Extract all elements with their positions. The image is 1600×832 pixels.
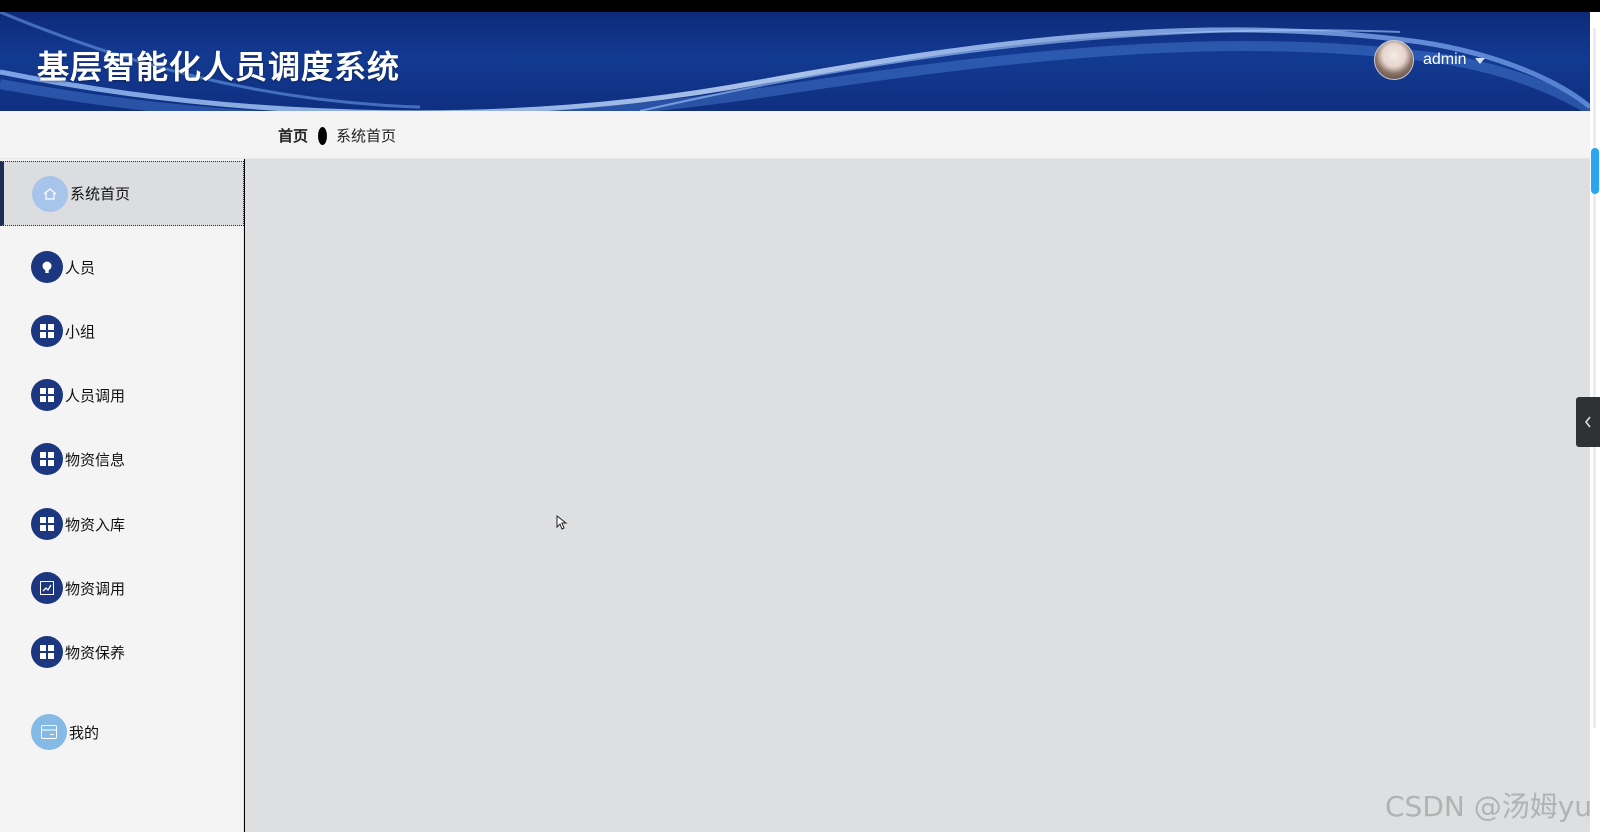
sidebar-item-supplies-inbound[interactable]: 物资入库 [0, 496, 244, 552]
sidebar-item-supplies-dispatch[interactable]: 物资调用 [0, 560, 244, 616]
breadcrumb-separator [318, 126, 328, 145]
sidebar-item-personnel-dispatch[interactable]: 人员调用 [0, 367, 244, 423]
chevron-down-icon[interactable] [1474, 58, 1485, 64]
sidebar-item-label: 物资信息 [65, 450, 126, 469]
grid-icon [31, 508, 63, 540]
grid-icon [31, 443, 63, 475]
sidebar-item-mine[interactable]: 我的 [0, 704, 244, 760]
sidebar-item-label: 人员 [65, 258, 96, 277]
breadcrumb-home[interactable]: 首页 [278, 125, 308, 146]
sidebar-item-home[interactable]: 系统首页 [0, 161, 244, 226]
user-avatar[interactable] [1374, 40, 1414, 80]
grid-icon [31, 315, 63, 347]
grid-icon [31, 379, 63, 411]
scrollbar-track[interactable] [1593, 28, 1596, 728]
card-icon [31, 714, 67, 750]
home-icon [32, 175, 68, 212]
sidebar: 系统首页 人员 小组 人员调用 物资信息 物资入库 物资调用 物资保养 我的 [0, 159, 244, 832]
watermark: CSDN @汤姆yu [1385, 790, 1593, 823]
grid-icon [31, 636, 63, 668]
window-top-edge [0, 0, 1600, 12]
sidebar-item-group[interactable]: 小组 [0, 303, 244, 359]
app-title: 基层智能化人员调度系统 [37, 48, 401, 86]
scrollbar-thumb[interactable] [1591, 148, 1599, 194]
sidebar-item-supplies-maintenance[interactable]: 物资保养 [0, 624, 244, 680]
breadcrumb-current: 系统首页 [336, 127, 397, 145]
sidebar-item-label: 物资保养 [65, 643, 126, 662]
username[interactable]: admin [1423, 51, 1467, 69]
sidebar-item-label: 系统首页 [70, 185, 131, 203]
sidebar-item-label: 物资入库 [65, 515, 126, 534]
sidebar-item-supplies-info[interactable]: 物资信息 [0, 431, 244, 487]
mouse-cursor-icon [556, 515, 568, 530]
app-header: 基层智能化人员调度系统 admin [0, 12, 1590, 111]
breadcrumb-bar: 首页 系统首页 [0, 111, 1590, 159]
bulb-icon [31, 251, 63, 283]
sidebar-item-label: 我的 [69, 723, 100, 742]
user-menu[interactable]: admin [1374, 40, 1485, 80]
main-content [245, 159, 1590, 832]
sidebar-item-label: 物资调用 [65, 579, 126, 598]
panel-toggle-button[interactable] [1576, 397, 1600, 447]
sidebar-item-personnel[interactable]: 人员 [0, 239, 244, 295]
sidebar-item-label: 人员调用 [65, 386, 126, 405]
chevron-left-icon [1585, 416, 1591, 428]
sidebar-item-label: 小组 [65, 322, 96, 341]
breadcrumb: 首页 系统首页 [278, 125, 396, 146]
chart-icon [31, 572, 63, 604]
